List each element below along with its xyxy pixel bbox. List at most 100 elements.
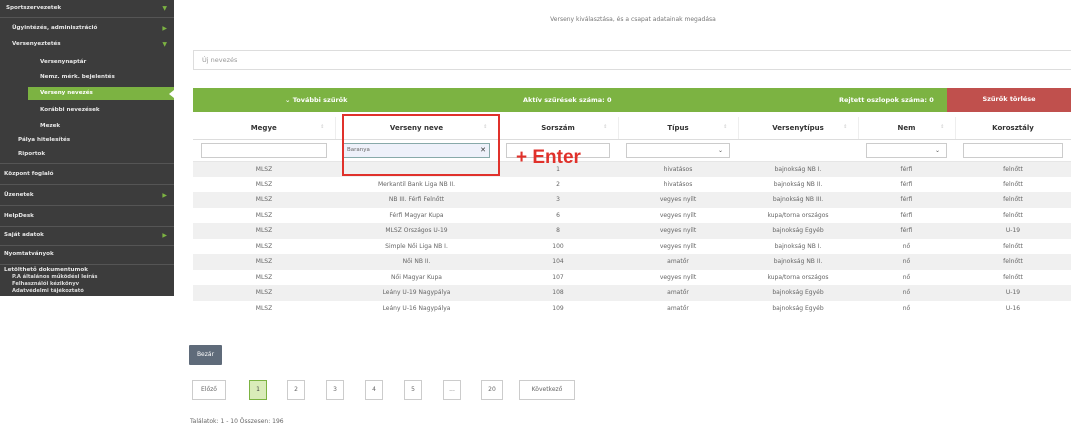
divider	[0, 163, 174, 164]
more-filters-toggle[interactable]: ⌄ További szűrők	[285, 88, 347, 112]
column-header-megye[interactable]: Megye ⇕	[193, 117, 336, 140]
table-cell: bajnokság NB I.	[774, 242, 822, 250]
sidebar-item-versenyeztetes[interactable]: Versenyeztetés ▼	[0, 38, 174, 51]
column-header-label: Típus	[667, 123, 689, 132]
table-row[interactable]: MLSZ Merkantil Bank Liga NB II. 2 hivatásos…	[193, 177, 1071, 193]
table-cell: Férfi Magyar Kupa	[389, 211, 444, 219]
doc-link[interactable]: Adatvédelmi tájékoztató	[12, 288, 84, 295]
column-header-tipus[interactable]: Típus ⇕	[618, 117, 739, 140]
tipus-filter-select[interactable]: ⌄	[626, 142, 730, 158]
table-cell: kupa/torna országos	[767, 211, 829, 219]
doc-link[interactable]: P.A általános működési leírás	[12, 274, 97, 281]
doc-link[interactable]: Felhasználói kézikönyv	[12, 281, 79, 288]
sidebar-item-uzenetek[interactable]: Üzenetek ▶	[0, 189, 174, 202]
annotation-highlight	[342, 114, 500, 176]
table-cell: vegyes nyílt	[618, 192, 738, 208]
pagination-page-1[interactable]: 1	[249, 380, 267, 400]
column-header-label: Megye	[250, 123, 277, 132]
column-header-sorszam[interactable]: Sorszám ⇕	[498, 117, 619, 140]
table-cell: U-19	[955, 223, 1071, 239]
table-cell: bajnokság NB II.	[773, 180, 823, 188]
table-row[interactable]: MLSZ Női NB II. 104 amatőr bajnokság NB II. n…	[193, 254, 1071, 270]
table-row[interactable]: MLSZ Simple Női Liga NB I. 100 vegyes nyílt…	[193, 239, 1071, 255]
table-cell: vegyes nyílt	[659, 211, 697, 219]
table-body: MLSZ 1 hivatásos bajnokság NB I. férfi felnőt…	[193, 161, 1071, 316]
table-cell: férfi	[858, 161, 955, 177]
pagination-page-20[interactable]: 20	[481, 380, 503, 400]
sidebar-item-label: Riportok	[18, 151, 46, 157]
table-row[interactable]: MLSZ Női Magyar Kupa 107 vegyes nyílt kupa/t…	[193, 270, 1071, 286]
table-cell: U-19	[955, 285, 1071, 301]
sidebar-item-palya-hitelesites[interactable]: Pálya hitelesítés	[0, 134, 174, 147]
new-entry-field[interactable]: Új nevezés	[193, 50, 1071, 70]
annotation-text: + Enter	[516, 147, 581, 168]
column-header-korosztaly[interactable]: Korosztály	[955, 117, 1071, 140]
sidebar-item-label: Saját adatok	[4, 232, 44, 238]
hidden-columns-count[interactable]: Rejtett oszlopok száma: 0	[839, 88, 934, 112]
sidebar-item-label: Mezek	[40, 123, 61, 129]
table-cell: bajnokság Egyéb	[738, 285, 858, 301]
sidebar-item-sajat-adatok[interactable]: Saját adatok ▶	[0, 229, 174, 242]
table-cell: MLSZ	[193, 223, 335, 239]
sort-icon: ⇕	[603, 124, 608, 130]
chevron-right-icon: ▶	[162, 25, 167, 32]
filter-cell	[193, 139, 335, 162]
table-cell: MLSZ	[193, 192, 335, 208]
close-button[interactable]: Bezár	[189, 345, 222, 365]
pagination-page-4[interactable]: 4	[365, 380, 383, 400]
sidebar-item-label: Korábbi nevezések	[40, 107, 100, 113]
sort-icon: ⇕	[940, 124, 945, 130]
sidebar-item-korabbi-nevezesek[interactable]: Korábbi nevezések	[0, 104, 174, 117]
header-row: Megye ⇕ Verseny neve ⇕ Sorszám ⇕ Típus ⇕ Ver…	[193, 117, 1071, 140]
sidebar-item-kozpont-foglalo[interactable]: Központ foglaló	[0, 168, 174, 181]
nem-filter-select[interactable]: ⌄	[866, 142, 947, 158]
table-cell: MLSZ	[255, 304, 273, 312]
megye-filter-input[interactable]	[201, 142, 327, 158]
table-cell: bajnokság Egyéb	[738, 223, 858, 239]
table-row[interactable]: MLSZ Leány U-19 Nagypálya 108 amatőr bajnoks…	[193, 285, 1071, 301]
table-cell: 104	[498, 254, 618, 270]
table-cell: MLSZ	[193, 285, 335, 301]
sidebar-item-nyomtatvanyok[interactable]: Nyomtatványok	[0, 248, 174, 261]
table-cell: bajnokság NB III.	[738, 192, 858, 208]
pagination-next-button[interactable]: Következő	[519, 380, 575, 400]
table-row[interactable]: MLSZ NB III. Férfi Felnőtt 3 vegyes nyílt ba…	[193, 192, 1071, 208]
table-cell: amatőr	[618, 285, 738, 301]
sidebar-item-mezek[interactable]: Mezek	[0, 120, 174, 133]
table-row[interactable]: MLSZ 1 hivatásos bajnokság NB I. férfi felnőt…	[193, 161, 1071, 177]
column-header-nem[interactable]: Nem ⇕	[858, 117, 956, 140]
table-cell: 109	[552, 304, 564, 312]
pagination-page-5[interactable]: 5	[404, 380, 422, 400]
table-cell: férfi	[900, 211, 913, 219]
sidebar-item-label: Ügyintézés, adminisztráció	[12, 25, 98, 31]
sidebar-item-ugyintezes[interactable]: Ügyintézés, adminisztráció ▶	[0, 22, 174, 35]
filter-cell: ⌄	[858, 139, 955, 162]
sidebar-item-riportok[interactable]: Riportok	[0, 148, 174, 161]
column-header-versenytipus[interactable]: Versenytípus ⇕	[738, 117, 859, 140]
table-row[interactable]: MLSZ MLSZ Országos U-19 8 vegyes nyílt bajno…	[193, 223, 1071, 239]
korosztaly-filter-input[interactable]	[963, 142, 1063, 158]
sidebar-item-nemz-merk[interactable]: Nemz. mérk. bejelentés	[0, 71, 174, 84]
table-cell: nő	[902, 242, 911, 250]
sidebar-item-sportszervezetek[interactable]: Sportszervezetek ▼	[0, 2, 174, 15]
sidebar-item-versenynaptar[interactable]: Versenynaptár	[0, 56, 174, 69]
table-row[interactable]: MLSZ Férfi Magyar Kupa 6 vegyes nyílt kupa/t…	[193, 208, 1071, 224]
table-cell: vegyes nyílt	[618, 223, 738, 239]
sidebar-item-label: Pálya hitelesítés	[18, 137, 71, 143]
sidebar-item-verseny-nevezes[interactable]: Verseny nevezés	[28, 87, 174, 100]
pagination-page-3[interactable]: 3	[326, 380, 344, 400]
pagination-prev-button[interactable]: Előző	[192, 380, 226, 400]
chevron-down-icon: ▼	[162, 41, 167, 48]
pagination-page-2[interactable]: 2	[287, 380, 305, 400]
table-cell: felnőtt	[955, 254, 1071, 270]
table-cell: MLSZ	[255, 273, 273, 281]
chevron-down-icon: ⌄	[717, 146, 723, 154]
table-cell: Női NB II.	[335, 254, 498, 270]
table-cell: Leány U-16 Nagypálya	[382, 304, 451, 312]
clear-filters-button[interactable]: Szűrők törlése	[947, 88, 1071, 112]
sidebar-item-label: Versenyeztetés	[12, 41, 61, 47]
sidebar: Sportszervezetek ▼ Ügyintézés, adminisztr…	[0, 0, 174, 296]
sidebar-item-helpdesk[interactable]: HelpDesk	[0, 210, 174, 223]
table-row[interactable]: MLSZ Leány U-16 Nagypálya 109 amatőr bajnoks…	[193, 301, 1071, 317]
table-cell: bajnokság NB I.	[738, 161, 858, 177]
